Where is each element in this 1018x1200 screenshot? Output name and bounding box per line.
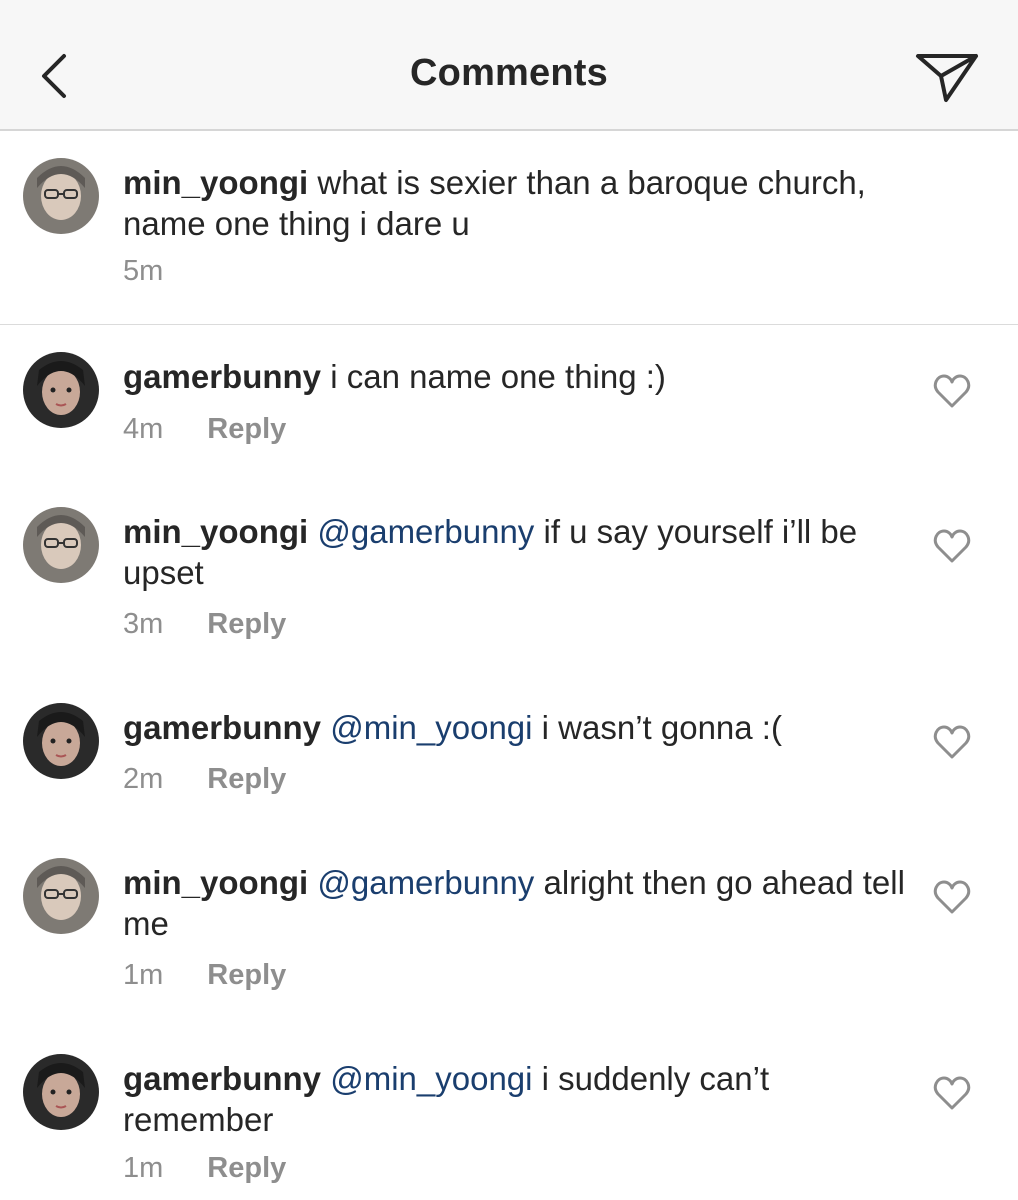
comment-item: gamerbunny i can name one thing :) 4m Rep… — [0, 325, 1018, 495]
caption-block: min_yoongi what is sexier than a baroque… — [0, 131, 1018, 325]
mention-link[interactable]: @min_yoongi — [330, 1060, 532, 1097]
timestamp: 3m — [123, 608, 164, 640]
heart-icon[interactable] — [933, 1075, 971, 1111]
heart-icon[interactable] — [933, 373, 971, 409]
heart-icon[interactable] — [933, 724, 971, 760]
username[interactable]: min_yoongi — [123, 864, 308, 901]
comment-text: min_yoongi @gamerbunny if u say yourself… — [123, 511, 913, 593]
comment-item: gamerbunny @min_yoongi i suddenly can’t … — [0, 1027, 1018, 1200]
reply-button[interactable]: Reply — [207, 763, 286, 796]
comment-body: i can name one thing :) — [321, 358, 666, 395]
avatar[interactable] — [23, 507, 99, 583]
comment-item: min_yoongi @gamerbunny alright then go a… — [0, 831, 1018, 1031]
timestamp: 2m — [123, 763, 164, 795]
comment-meta: 3m Reply — [123, 608, 286, 641]
paper-plane-icon[interactable] — [912, 46, 982, 106]
comment-meta: 1m Reply — [123, 1152, 286, 1185]
username[interactable]: gamerbunny — [123, 709, 321, 746]
reply-button[interactable]: Reply — [207, 608, 286, 641]
timestamp: 1m — [123, 959, 164, 991]
timestamp: 1m — [123, 1152, 164, 1184]
comment-text: gamerbunny i can name one thing :) — [123, 356, 913, 397]
username[interactable]: min_yoongi — [123, 513, 308, 550]
avatar[interactable] — [23, 352, 99, 428]
comment-text: gamerbunny @min_yoongi i wasn’t gonna :( — [123, 707, 913, 748]
caption-text: min_yoongi what is sexier than a baroque… — [123, 162, 913, 244]
caption-meta: 5m — [123, 255, 163, 288]
reply-button[interactable]: Reply — [207, 413, 286, 446]
comment-text: min_yoongi @gamerbunny alright then go a… — [123, 862, 913, 944]
comment-meta: 4m Reply — [123, 413, 286, 446]
avatar[interactable] — [23, 1054, 99, 1130]
mention-link[interactable]: @gamerbunny — [317, 864, 534, 901]
username[interactable]: gamerbunny — [123, 358, 321, 395]
timestamp: 5m — [123, 255, 164, 287]
reply-button[interactable]: Reply — [207, 1152, 286, 1185]
timestamp: 4m — [123, 413, 164, 445]
heart-icon[interactable] — [933, 528, 971, 564]
comment-text: gamerbunny @min_yoongi i suddenly can’t … — [123, 1058, 913, 1140]
reply-button[interactable]: Reply — [207, 959, 286, 992]
comment-body: i wasn’t gonna :( — [532, 709, 782, 746]
username[interactable]: min_yoongi — [123, 164, 308, 201]
heart-icon[interactable] — [933, 879, 971, 915]
avatar[interactable] — [23, 858, 99, 934]
username[interactable]: gamerbunny — [123, 1060, 321, 1097]
header-bar: Comments — [0, 0, 1018, 131]
comment-item: gamerbunny @min_yoongi i wasn’t gonna :(… — [0, 676, 1018, 836]
comment-meta: 1m Reply — [123, 959, 286, 992]
mention-link[interactable]: @min_yoongi — [330, 709, 532, 746]
avatar[interactable] — [23, 158, 99, 234]
avatar[interactable] — [23, 703, 99, 779]
comment-item: min_yoongi @gamerbunny if u say yourself… — [0, 480, 1018, 680]
comment-meta: 2m Reply — [123, 763, 286, 796]
mention-link[interactable]: @gamerbunny — [317, 513, 534, 550]
page-title: Comments — [410, 52, 608, 94]
